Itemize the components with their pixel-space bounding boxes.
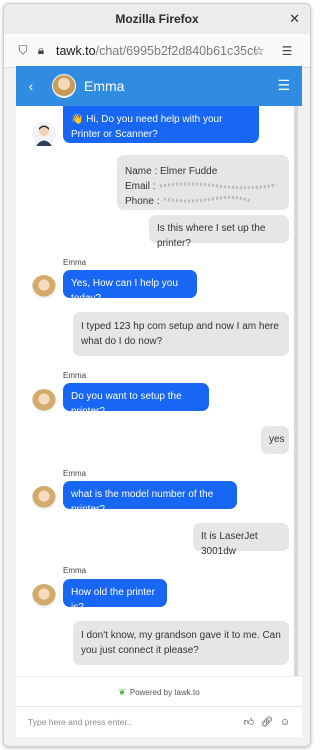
message-bubble-agent: 👋 Hi, Do you need help with your Printer… <box>63 106 259 143</box>
window-title: Mozilla Firefox <box>115 12 199 26</box>
agent-avatar <box>52 74 76 98</box>
sender-name: Emma <box>63 566 87 575</box>
message-bubble-agent: Do you want to setup the printer? <box>63 383 209 417</box>
sender-name: Emma <box>63 469 87 478</box>
url-bar[interactable]: ⛉ 🔒︎ tawk.to/chat/6995b2f2d840b61c35c066… <box>4 34 310 68</box>
tawk-logo-icon: ❦ <box>118 686 126 697</box>
url-text[interactable]: tawk.to/chat/6995b2f2d840b61c35c0667 <box>56 44 256 58</box>
emoji-icon[interactable]: ☺ <box>276 717 294 728</box>
browser-menu-icon[interactable]: ☰ <box>278 44 296 58</box>
attachment-icon[interactable]: 🔗︎ <box>258 717 276 728</box>
back-arrow-icon[interactable]: ‹ <box>16 78 46 94</box>
contact-email-line: Email : <box>125 179 281 194</box>
message-bubble-agent: what is the model number of the printer? <box>63 481 237 515</box>
shield-icon[interactable]: ⛉ <box>14 43 32 58</box>
bot-avatar <box>32 122 56 146</box>
browser-window: Mozilla Firefox ✕ ⛉ 🔒︎ tawk.to/chat/6995… <box>3 3 311 747</box>
message-list-scrollbar[interactable] <box>294 106 298 676</box>
close-icon[interactable]: ✕ <box>289 11 300 27</box>
message-bubble-user: I typed 123 hp com setup and now I am he… <box>73 312 289 356</box>
bookmark-star-icon[interactable]: ☆ <box>250 44 268 58</box>
message-composer: Type here and press enter.. 👍︎ 🔗︎ ☺ <box>16 706 302 737</box>
message-bubble-user: Name : Elmer Fudde Email : Phone : <box>117 155 289 210</box>
sender-name: Emma <box>63 371 87 380</box>
agent-name: Emma <box>84 78 125 94</box>
agent-avatar <box>32 389 56 413</box>
thumbs-up-icon[interactable]: 👍︎ <box>240 716 258 728</box>
message-bubble-user: It is LaserJet 3001dw <box>193 523 289 557</box>
contact-phone-line: Phone : <box>125 194 281 209</box>
powered-by-footer[interactable]: ❦ Powered by tawk.to <box>16 676 302 707</box>
message-bubble-user: yes <box>261 426 289 454</box>
agent-avatar <box>32 486 56 510</box>
chat-menu-icon[interactable]: ☰ <box>277 77 290 94</box>
contact-name-line: Name : Elmer Fudde <box>125 166 218 177</box>
message-bubble-agent: How old the printer is? <box>63 579 167 613</box>
sender-name: Emma <box>63 258 87 267</box>
agent-avatar <box>32 584 56 608</box>
message-list[interactable]: 👋 Hi, Do you need help with your Printer… <box>16 106 298 676</box>
message-input[interactable]: Type here and press enter.. <box>28 717 240 727</box>
message-bubble-user: Is this where I set up the printer? <box>149 215 289 249</box>
powered-by-text: Powered by tawk.to <box>129 687 200 697</box>
message-bubble-user: I don't know, my grandson gave it to me.… <box>73 621 289 665</box>
window-titlebar: Mozilla Firefox ✕ <box>4 4 310 34</box>
agent-avatar <box>32 275 56 299</box>
message-bubble-agent: Yes, How can I help you today? <box>63 270 197 304</box>
lock-icon[interactable]: 🔒︎ <box>32 43 50 58</box>
chat-header: ‹ Emma ☰ <box>16 66 302 106</box>
